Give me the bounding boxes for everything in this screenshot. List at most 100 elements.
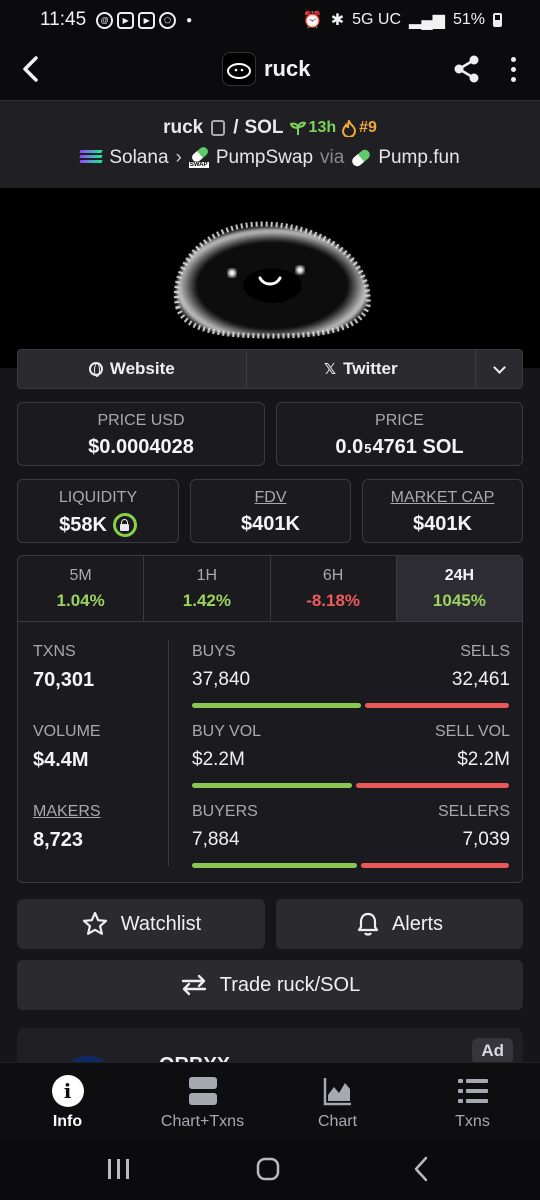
tab-6h[interactable]: 6H -8.18%	[271, 556, 397, 621]
tab-24h[interactable]: 24H 1045%	[396, 556, 522, 621]
market-cap-value: $401K	[413, 513, 472, 535]
tab-change: -8.18%	[306, 591, 361, 610]
watchlist-button[interactable]: Watchlist	[17, 899, 265, 949]
nav-chart-txns[interactable]: Chart+Txns	[135, 1063, 270, 1142]
buy-vol-label: BUY VOL	[192, 723, 262, 740]
star-icon	[82, 911, 107, 935]
tab-5m[interactable]: 5M 1.04%	[18, 556, 145, 621]
nav-label: Info	[52, 1113, 83, 1130]
nav-txns[interactable]: Txns	[405, 1063, 540, 1142]
nav-chart[interactable]: Chart	[270, 1063, 405, 1142]
blob-mascot-image	[174, 221, 371, 339]
status-time: 11:45	[40, 9, 87, 30]
alerts-button[interactable]: Alerts	[276, 899, 523, 949]
battery-icon	[493, 13, 502, 27]
recent-apps-icon[interactable]	[108, 1159, 129, 1179]
buys-label: BUYS	[192, 643, 236, 660]
lock-icon[interactable]	[112, 513, 137, 537]
buyers-value: 7,884	[192, 829, 240, 850]
sellers-label: SELLERS	[437, 803, 510, 820]
makers-label[interactable]: MAKERS	[33, 803, 101, 821]
alarm-icon: ⏰	[302, 12, 323, 29]
pentagon-app-icon: ⬠	[159, 11, 177, 29]
timeframe-tabs: 5M 1.04% 1H 1.42% 6H -8.18% 24H 1045%	[18, 556, 522, 622]
app-bar-title: ruck	[264, 56, 311, 81]
battery-percent: 51%	[452, 11, 485, 28]
tab-change: 1.42%	[182, 591, 231, 610]
back-button[interactable]	[18, 54, 44, 84]
area-chart-icon	[323, 1078, 351, 1106]
chain-line: Solana › SWAP PumpSwap via Pump.fun	[0, 145, 540, 169]
share-button[interactable]	[452, 54, 482, 84]
more-links-button[interactable]	[476, 350, 522, 388]
price-native-label: PRICE	[375, 412, 424, 429]
sells-label: SELLS	[460, 643, 510, 660]
sell-vol-cell: SELL VOL $2.2M	[435, 723, 510, 771]
pair-separator: /	[233, 117, 239, 138]
dex-name[interactable]: PumpSwap	[216, 147, 313, 169]
chevron-left-icon	[23, 56, 38, 82]
volume-value: $4.4M	[33, 749, 89, 771]
twitter-button[interactable]: 𝕏 Twitter	[247, 350, 477, 388]
makers-cell[interactable]: MAKERS 8,723	[33, 803, 101, 852]
trending-rank-value: #9	[359, 119, 377, 136]
market-cap-box[interactable]: MARKET CAP $401K	[362, 479, 523, 543]
app-bar: ruck	[0, 40, 540, 100]
chain-name[interactable]: Solana	[109, 147, 168, 169]
fdv-value: $401K	[241, 513, 300, 535]
price-usd-box: PRICE USD $0.0004028	[17, 402, 265, 466]
tab-1h[interactable]: 1H 1.42%	[144, 556, 271, 621]
token-logo-icon	[222, 52, 256, 86]
price-usd-label: PRICE USD	[97, 412, 185, 429]
buyers-bar	[192, 863, 357, 868]
more-notifications-dot: ●	[186, 14, 193, 26]
tab-change: 1045%	[432, 591, 486, 610]
price-native-prefix: 0.0	[335, 436, 364, 458]
pair-base: ruck	[163, 117, 204, 138]
buyers-cell: BUYERS 7,884	[192, 803, 258, 851]
system-nav-bar	[0, 1142, 540, 1200]
globe-icon	[88, 362, 103, 377]
price-native-box: PRICE 0.0 5 4761 SOL	[276, 402, 523, 466]
fdv-label[interactable]: FDV	[191, 489, 350, 507]
txns-cell: TXNS 70,301	[33, 643, 94, 692]
trending-rank[interactable]: #9	[342, 119, 377, 137]
trade-button[interactable]: Trade ruck/SOL	[17, 960, 523, 1010]
x-logo-icon: 𝕏	[324, 361, 337, 378]
threads-icon: @	[96, 11, 114, 29]
bottom-nav: i Info Chart+Txns Chart Txns	[0, 1062, 540, 1142]
buy-vol-value: $2.2M	[192, 749, 245, 770]
sellers-value: 7,039	[462, 829, 510, 850]
chevron-down-icon	[492, 360, 506, 374]
nav-info[interactable]: i Info	[0, 1063, 135, 1142]
nav-label: Chart	[317, 1113, 358, 1130]
buy-vol-bar	[192, 783, 352, 788]
info-icon: i	[51, 1075, 84, 1107]
pair-line: ruck / SOL 13h #9	[0, 117, 540, 139]
status-right: ⏰ ✱ 5G UC ▂▄▆ 51%	[303, 10, 502, 30]
copy-icon[interactable]	[211, 120, 226, 136]
launchpad-name[interactable]: Pump.fun	[378, 147, 459, 169]
chart-txns-icon	[188, 1077, 217, 1105]
alerts-label: Alerts	[391, 912, 444, 935]
sellers-cell: SELLERS 7,039	[438, 803, 510, 851]
more-options-button[interactable]	[504, 54, 522, 84]
price-native-zeros: 5	[364, 441, 372, 456]
home-icon[interactable]	[256, 1157, 280, 1181]
tab-label: 6H	[322, 567, 344, 584]
liquidity-label: LIQUIDITY	[58, 489, 138, 506]
fdv-box[interactable]: FDV $401K	[190, 479, 351, 543]
nav-label: Chart+Txns	[160, 1113, 245, 1130]
liquidity-value-row: $58K	[18, 513, 178, 537]
pair-age-value: 13h	[308, 119, 337, 136]
stats-panel: 5M 1.04% 1H 1.42% 6H -8.18% 24H 1045% TX…	[17, 555, 523, 883]
website-button[interactable]: Website	[18, 350, 247, 388]
buys-cell: BUYS 37,840	[192, 643, 250, 691]
buys-bar	[192, 703, 361, 708]
system-back-icon[interactable]	[414, 1156, 428, 1182]
twitter-label: Twitter	[343, 359, 398, 378]
liquidity-value: $58K	[59, 513, 107, 536]
kebab-dot-icon	[510, 76, 516, 82]
market-cap-label[interactable]: MARKET CAP	[363, 489, 522, 507]
youtube-icon: ▶	[117, 11, 135, 29]
